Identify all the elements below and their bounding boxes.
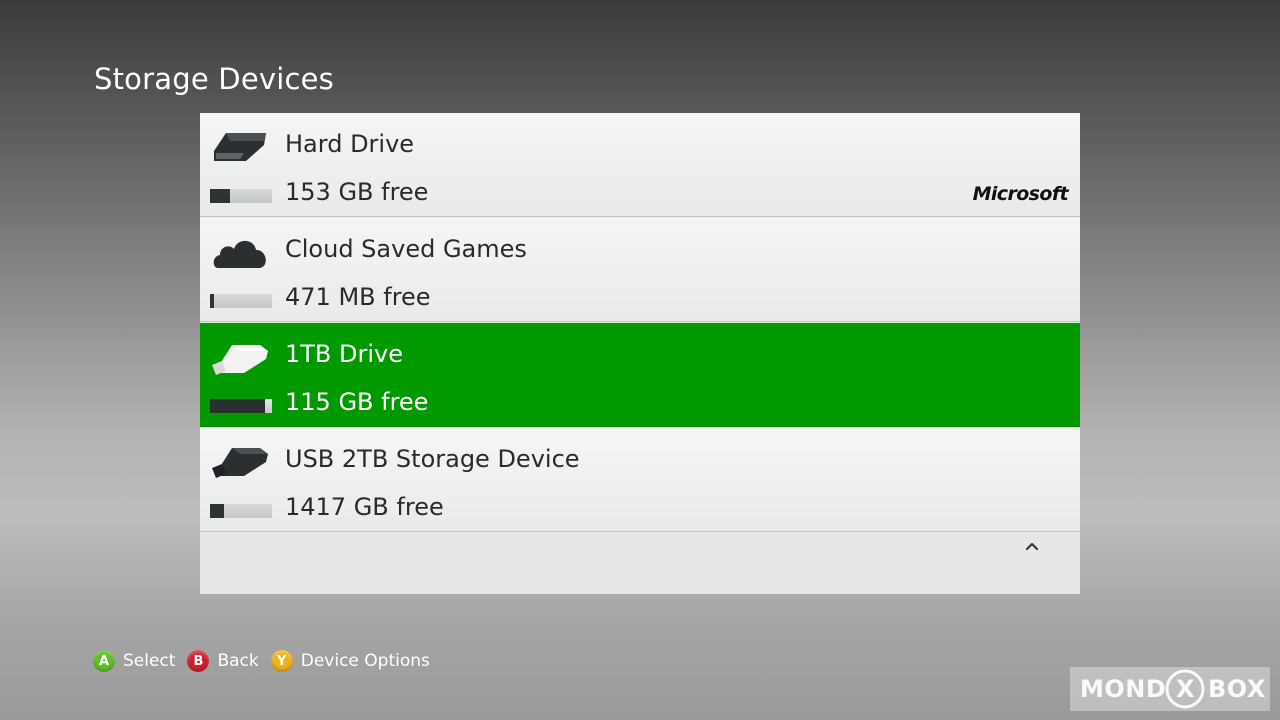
chevron-up-icon[interactable] bbox=[1022, 538, 1042, 554]
device-row-usb-2tb-storage-device[interactable]: USB 2TB Storage Device 1417 GB free bbox=[200, 428, 1080, 532]
device-name: Cloud Saved Games bbox=[285, 235, 527, 263]
cloud-icon bbox=[213, 240, 266, 268]
device-name: Hard Drive bbox=[285, 130, 415, 158]
usb-drive-icon bbox=[212, 448, 268, 478]
storage-meter bbox=[210, 294, 272, 308]
y-button-icon: Y bbox=[270, 650, 293, 672]
storage-meter bbox=[210, 189, 272, 203]
a-button-icon: A bbox=[93, 650, 115, 672]
button-hints: A Select B Back Y Device Options bbox=[93, 649, 442, 673]
microsoft-logo: Microsoft bbox=[972, 183, 1069, 205]
watermark-text-left: MOND bbox=[1080, 675, 1167, 703]
device-row-hard-drive[interactable]: Hard Drive 153 GB free Microsoft bbox=[200, 113, 1080, 217]
storage-device-list: Hard Drive 153 GB free Microsoft Cloud S… bbox=[200, 113, 1080, 594]
storage-meter-fill bbox=[210, 504, 224, 518]
hint-label: Select bbox=[123, 651, 176, 671]
device-name: 1TB Drive bbox=[285, 340, 404, 368]
hint-select[interactable]: A Select bbox=[93, 650, 175, 672]
hint-label: Device Options bbox=[300, 651, 430, 671]
device-row-cloud-saved-games[interactable]: Cloud Saved Games 471 MB free bbox=[200, 218, 1080, 322]
hint-device-options[interactable]: Y Device Options bbox=[270, 650, 430, 672]
hard-drive-icon bbox=[214, 133, 266, 161]
free-space: 1417 GB free bbox=[285, 493, 444, 521]
free-space: 153 GB free bbox=[285, 178, 429, 206]
device-row-1tb-drive[interactable]: 1TB Drive 115 GB free bbox=[200, 323, 1080, 427]
hint-label: Back bbox=[217, 651, 259, 671]
usb-drive-icon bbox=[212, 345, 268, 375]
page-title: Storage Devices bbox=[94, 62, 334, 96]
storage-meter-fill bbox=[210, 399, 265, 413]
device-name: USB 2TB Storage Device bbox=[285, 445, 580, 473]
watermark-text-right: BOX bbox=[1208, 675, 1266, 703]
watermark-text-center: X bbox=[1176, 675, 1196, 703]
storage-meter bbox=[210, 399, 272, 413]
free-space: 471 MB free bbox=[285, 283, 431, 311]
b-button-icon: B bbox=[187, 650, 210, 672]
free-space: 115 GB free bbox=[285, 388, 429, 416]
storage-meter bbox=[210, 504, 272, 518]
storage-meter-fill bbox=[210, 189, 230, 203]
hint-back[interactable]: B Back bbox=[187, 650, 259, 672]
storage-meter-fill bbox=[210, 294, 214, 308]
watermark-logo: MOND X BOX bbox=[1070, 667, 1270, 711]
